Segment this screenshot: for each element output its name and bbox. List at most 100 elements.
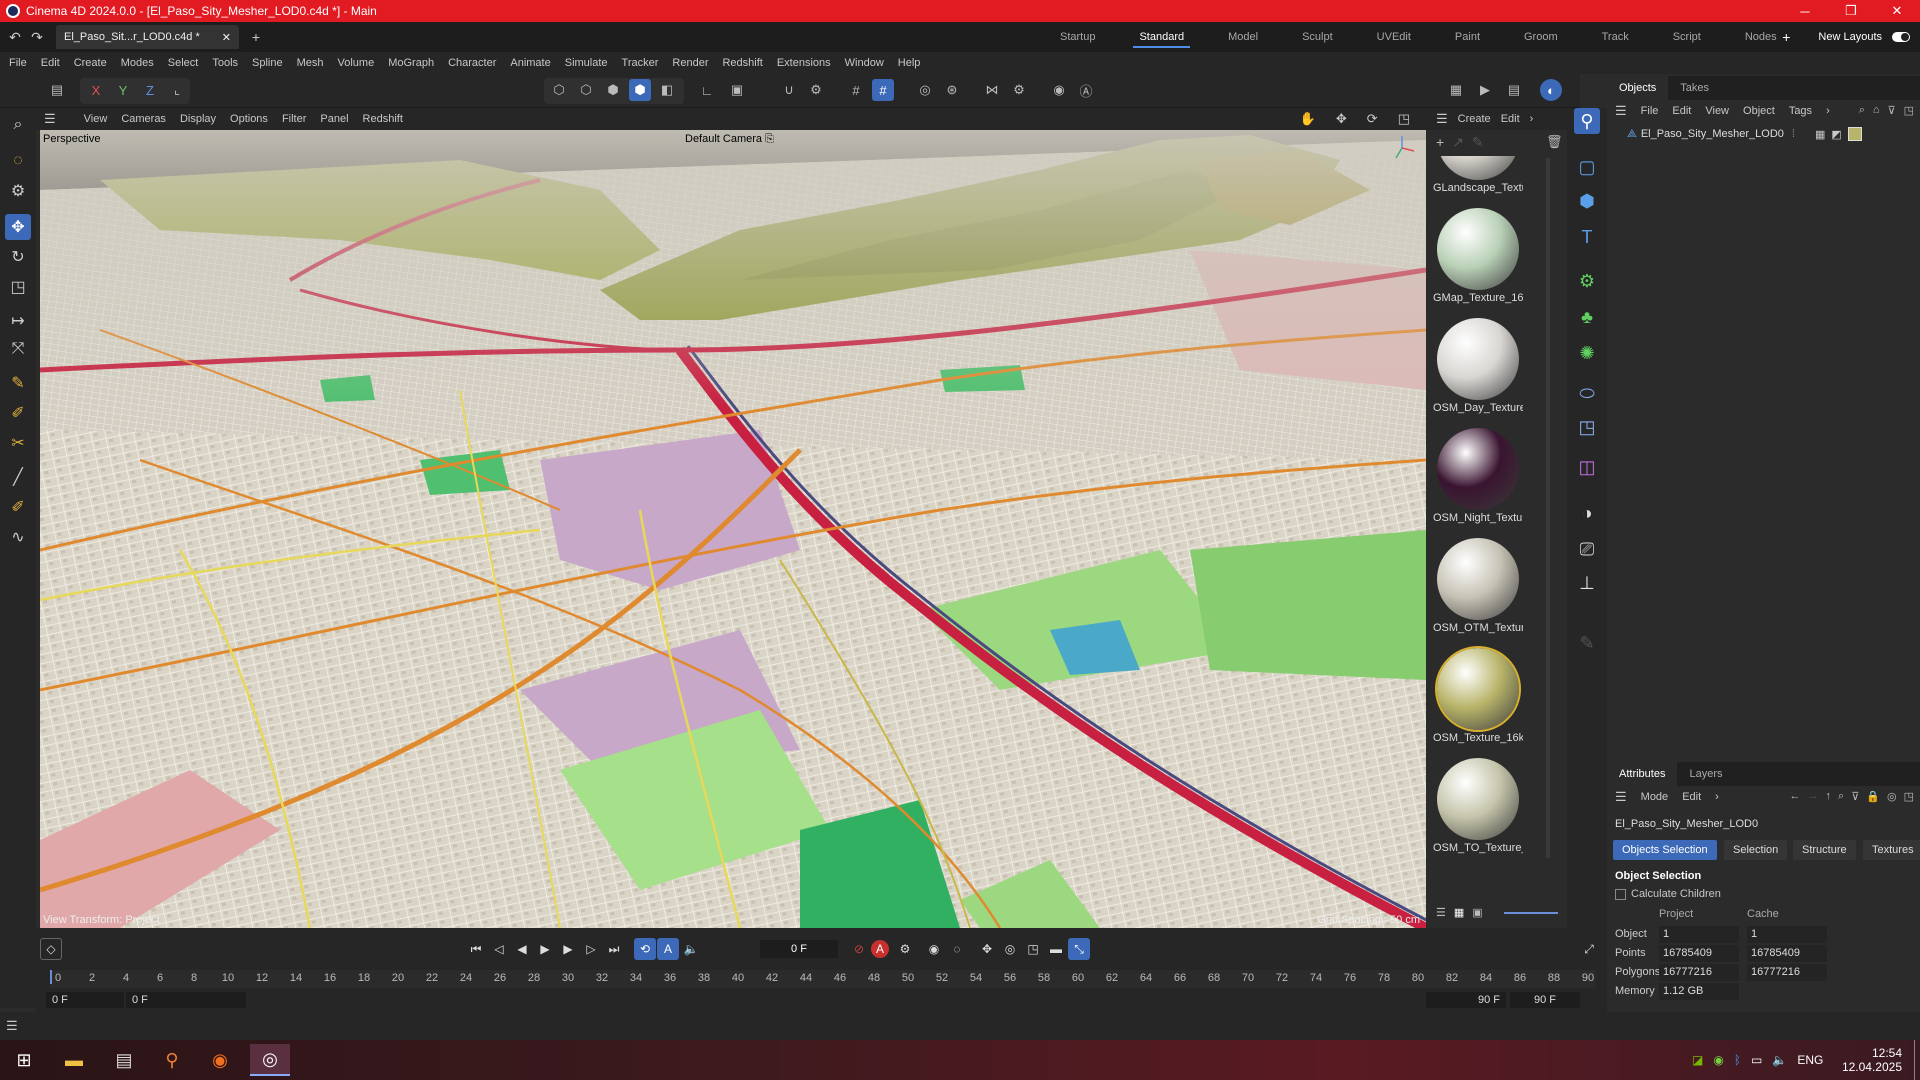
attribute-menu-mode[interactable]: Mode: [1641, 791, 1669, 803]
snap-magnet-icon[interactable]: ∪: [778, 79, 800, 101]
viewport-menu-cameras[interactable]: Cameras: [121, 113, 166, 125]
material-hamburger-icon[interactable]: ☰: [1436, 111, 1448, 127]
solo-settings-icon[interactable]: ⊛: [941, 79, 963, 101]
material-scrollbar[interactable]: [1546, 158, 1550, 858]
viewport-hamburger-icon[interactable]: ☰: [44, 111, 56, 127]
previous-key-icon[interactable]: ◁: [488, 938, 510, 960]
nvidia-tray-icon[interactable]: ◪: [1692, 1053, 1703, 1067]
undo-icon[interactable]: ↶: [4, 29, 26, 46]
move-tool-icon[interactable]: ✥: [5, 214, 31, 240]
spline-tools-icon[interactable]: ✂: [5, 430, 31, 456]
layout-tab-sculpt[interactable]: Sculpt: [1280, 22, 1355, 52]
spline-primitive-icon[interactable]: ▢: [1574, 154, 1600, 180]
render-view-icon[interactable]: ▶: [1474, 79, 1496, 101]
viewport-menu-options[interactable]: Options: [230, 113, 268, 125]
tab-layers[interactable]: Layers: [1677, 762, 1734, 786]
playback-mode-icon[interactable]: A: [657, 938, 679, 960]
generator-icon[interactable]: ⚙: [1574, 268, 1600, 294]
subtab-textures[interactable]: Textures: [1863, 840, 1920, 860]
workplane-grid-icon[interactable]: #: [845, 79, 867, 101]
keyframe-scale-icon[interactable]: ◎: [999, 938, 1021, 960]
menu-tracker[interactable]: Tracker: [622, 57, 659, 69]
menu-edit[interactable]: Edit: [41, 57, 60, 69]
object-menu-more-icon[interactable]: ›: [1826, 105, 1830, 117]
timeline-ruler[interactable]: 0 2 4 6 8 10 12 14 16 18 20 22 24 26 28 30 32 34 36 38 40 42 4…: [50, 970, 1596, 988]
minimize-button[interactable]: ─: [1782, 0, 1828, 22]
add-tab-icon[interactable]: +: [245, 29, 267, 45]
record-icon[interactable]: ⊘: [848, 938, 870, 960]
attribute-search-icon[interactable]: ⌕: [1838, 790, 1844, 803]
menu-simulate[interactable]: Simulate: [565, 57, 608, 69]
object-menu-object[interactable]: Object: [1743, 105, 1775, 117]
menu-modes[interactable]: Modes: [121, 57, 154, 69]
menu-redshift[interactable]: Redshift: [722, 57, 762, 69]
large-view-icon[interactable]: ▣: [1472, 906, 1482, 919]
back-arrow-icon[interactable]: ←: [1790, 790, 1801, 803]
keyframe-position-icon[interactable]: ◌: [946, 938, 968, 960]
attribute-settings-icon[interactable]: ◎: [1887, 790, 1897, 803]
object-filter-icon[interactable]: ⊽: [1888, 104, 1896, 117]
preview-end-field[interactable]: 90 F: [1510, 992, 1580, 1008]
tab-attributes[interactable]: Attributes: [1607, 762, 1678, 786]
menu-render[interactable]: Render: [672, 57, 708, 69]
maximize-view-icon[interactable]: ◳: [1398, 111, 1410, 127]
add-layout-icon[interactable]: +: [1782, 29, 1790, 45]
render-region-icon[interactable]: ▦: [1445, 79, 1467, 101]
brush-icon[interactable]: ╱: [5, 464, 31, 490]
spline-pen-icon[interactable]: ✎: [5, 370, 31, 396]
axis-mode-icon[interactable]: ∟: [696, 79, 718, 101]
edges-mode-icon[interactable]: ⬡: [575, 79, 597, 101]
start-menu-icon[interactable]: ⊞: [4, 1044, 44, 1076]
camera-link-icon[interactable]: ⎘: [765, 133, 774, 145]
show-desktop-button[interactable]: [1914, 1040, 1920, 1080]
model-mode-icon[interactable]: ⬢: [629, 79, 651, 101]
viewport-menu-redshift[interactable]: Redshift: [363, 113, 403, 125]
effector-icon[interactable]: ✺: [1574, 340, 1600, 366]
menu-spline[interactable]: Spline: [252, 57, 283, 69]
current-frame-field[interactable]: 0 F: [760, 940, 838, 958]
subtab-selection[interactable]: Selection: [1724, 840, 1788, 860]
language-indicator[interactable]: ENG: [1797, 1053, 1823, 1067]
menu-select[interactable]: Select: [168, 57, 199, 69]
material-thumbnail[interactable]: OSM_TO_Texture_: [1431, 756, 1523, 864]
texture-mode-icon[interactable]: ▣: [726, 79, 748, 101]
list-view-icon[interactable]: ☰: [1436, 906, 1446, 919]
transform-tool-icon[interactable]: ⤧: [5, 336, 31, 362]
subtab-objects-selection[interactable]: Objects Selection: [1613, 840, 1717, 860]
attribute-menu-edit[interactable]: Edit: [1682, 791, 1701, 803]
volume-icon[interactable]: 🔈: [1772, 1053, 1787, 1067]
tab-objects[interactable]: Objects: [1607, 76, 1669, 100]
network-icon[interactable]: ▭: [1751, 1053, 1762, 1067]
texture-tag-icon[interactable]: ▦: [1815, 128, 1825, 141]
deformer-icon[interactable]: ⬭: [1574, 380, 1600, 406]
uv-mode-icon[interactable]: ◧: [656, 79, 678, 101]
coordinate-system-icon[interactable]: ⌞: [166, 79, 188, 101]
viewport-menu-panel[interactable]: Panel: [320, 113, 348, 125]
spline-sketch-icon[interactable]: ✐: [5, 400, 31, 426]
menu-extensions[interactable]: Extensions: [777, 57, 831, 69]
grid-view-icon[interactable]: ▦: [1454, 906, 1464, 919]
menu-mograph[interactable]: MoGraph: [388, 57, 434, 69]
render-mode-a-icon[interactable]: Ⓐ: [1075, 79, 1097, 101]
selection-settings-icon[interactable]: ⚙: [5, 178, 31, 204]
z-axis-lock-button[interactable]: Z: [139, 79, 161, 101]
magnet-tool-icon[interactable]: ∿: [5, 524, 31, 550]
up-arrow-icon[interactable]: ↑: [1826, 790, 1832, 803]
clock[interactable]: 12:54 12.04.2025: [1842, 1040, 1902, 1080]
material-thumbnail[interactable]: GLandscape_Textu: [1431, 156, 1523, 204]
layout-tab-groom[interactable]: Groom: [1502, 22, 1580, 52]
layout-tab-paint[interactable]: Paint: [1433, 22, 1502, 52]
object-search-icon[interactable]: ⌕: [1859, 104, 1865, 117]
material-menu-create[interactable]: Create: [1458, 113, 1491, 125]
locked-workplane-icon[interactable]: #: [872, 79, 894, 101]
layout-tab-track[interactable]: Track: [1580, 22, 1651, 52]
solo-icon[interactable]: ◎: [914, 79, 936, 101]
visibility-dots-icon[interactable]: ⁞: [1792, 128, 1795, 140]
material-size-slider[interactable]: [1504, 912, 1558, 914]
object-menu-tags[interactable]: Tags: [1789, 105, 1812, 117]
close-tab-icon[interactable]: ✕: [222, 31, 231, 44]
live-selection-icon[interactable]: ◌: [5, 148, 31, 174]
object-menu-file[interactable]: File: [1641, 105, 1659, 117]
object-row[interactable]: ⟁ El_Paso_Sity_Mesher_LOD0 ⁞ ▦ ◩: [1607, 124, 1920, 144]
material-pen-icon[interactable]: ✎: [1472, 134, 1484, 151]
